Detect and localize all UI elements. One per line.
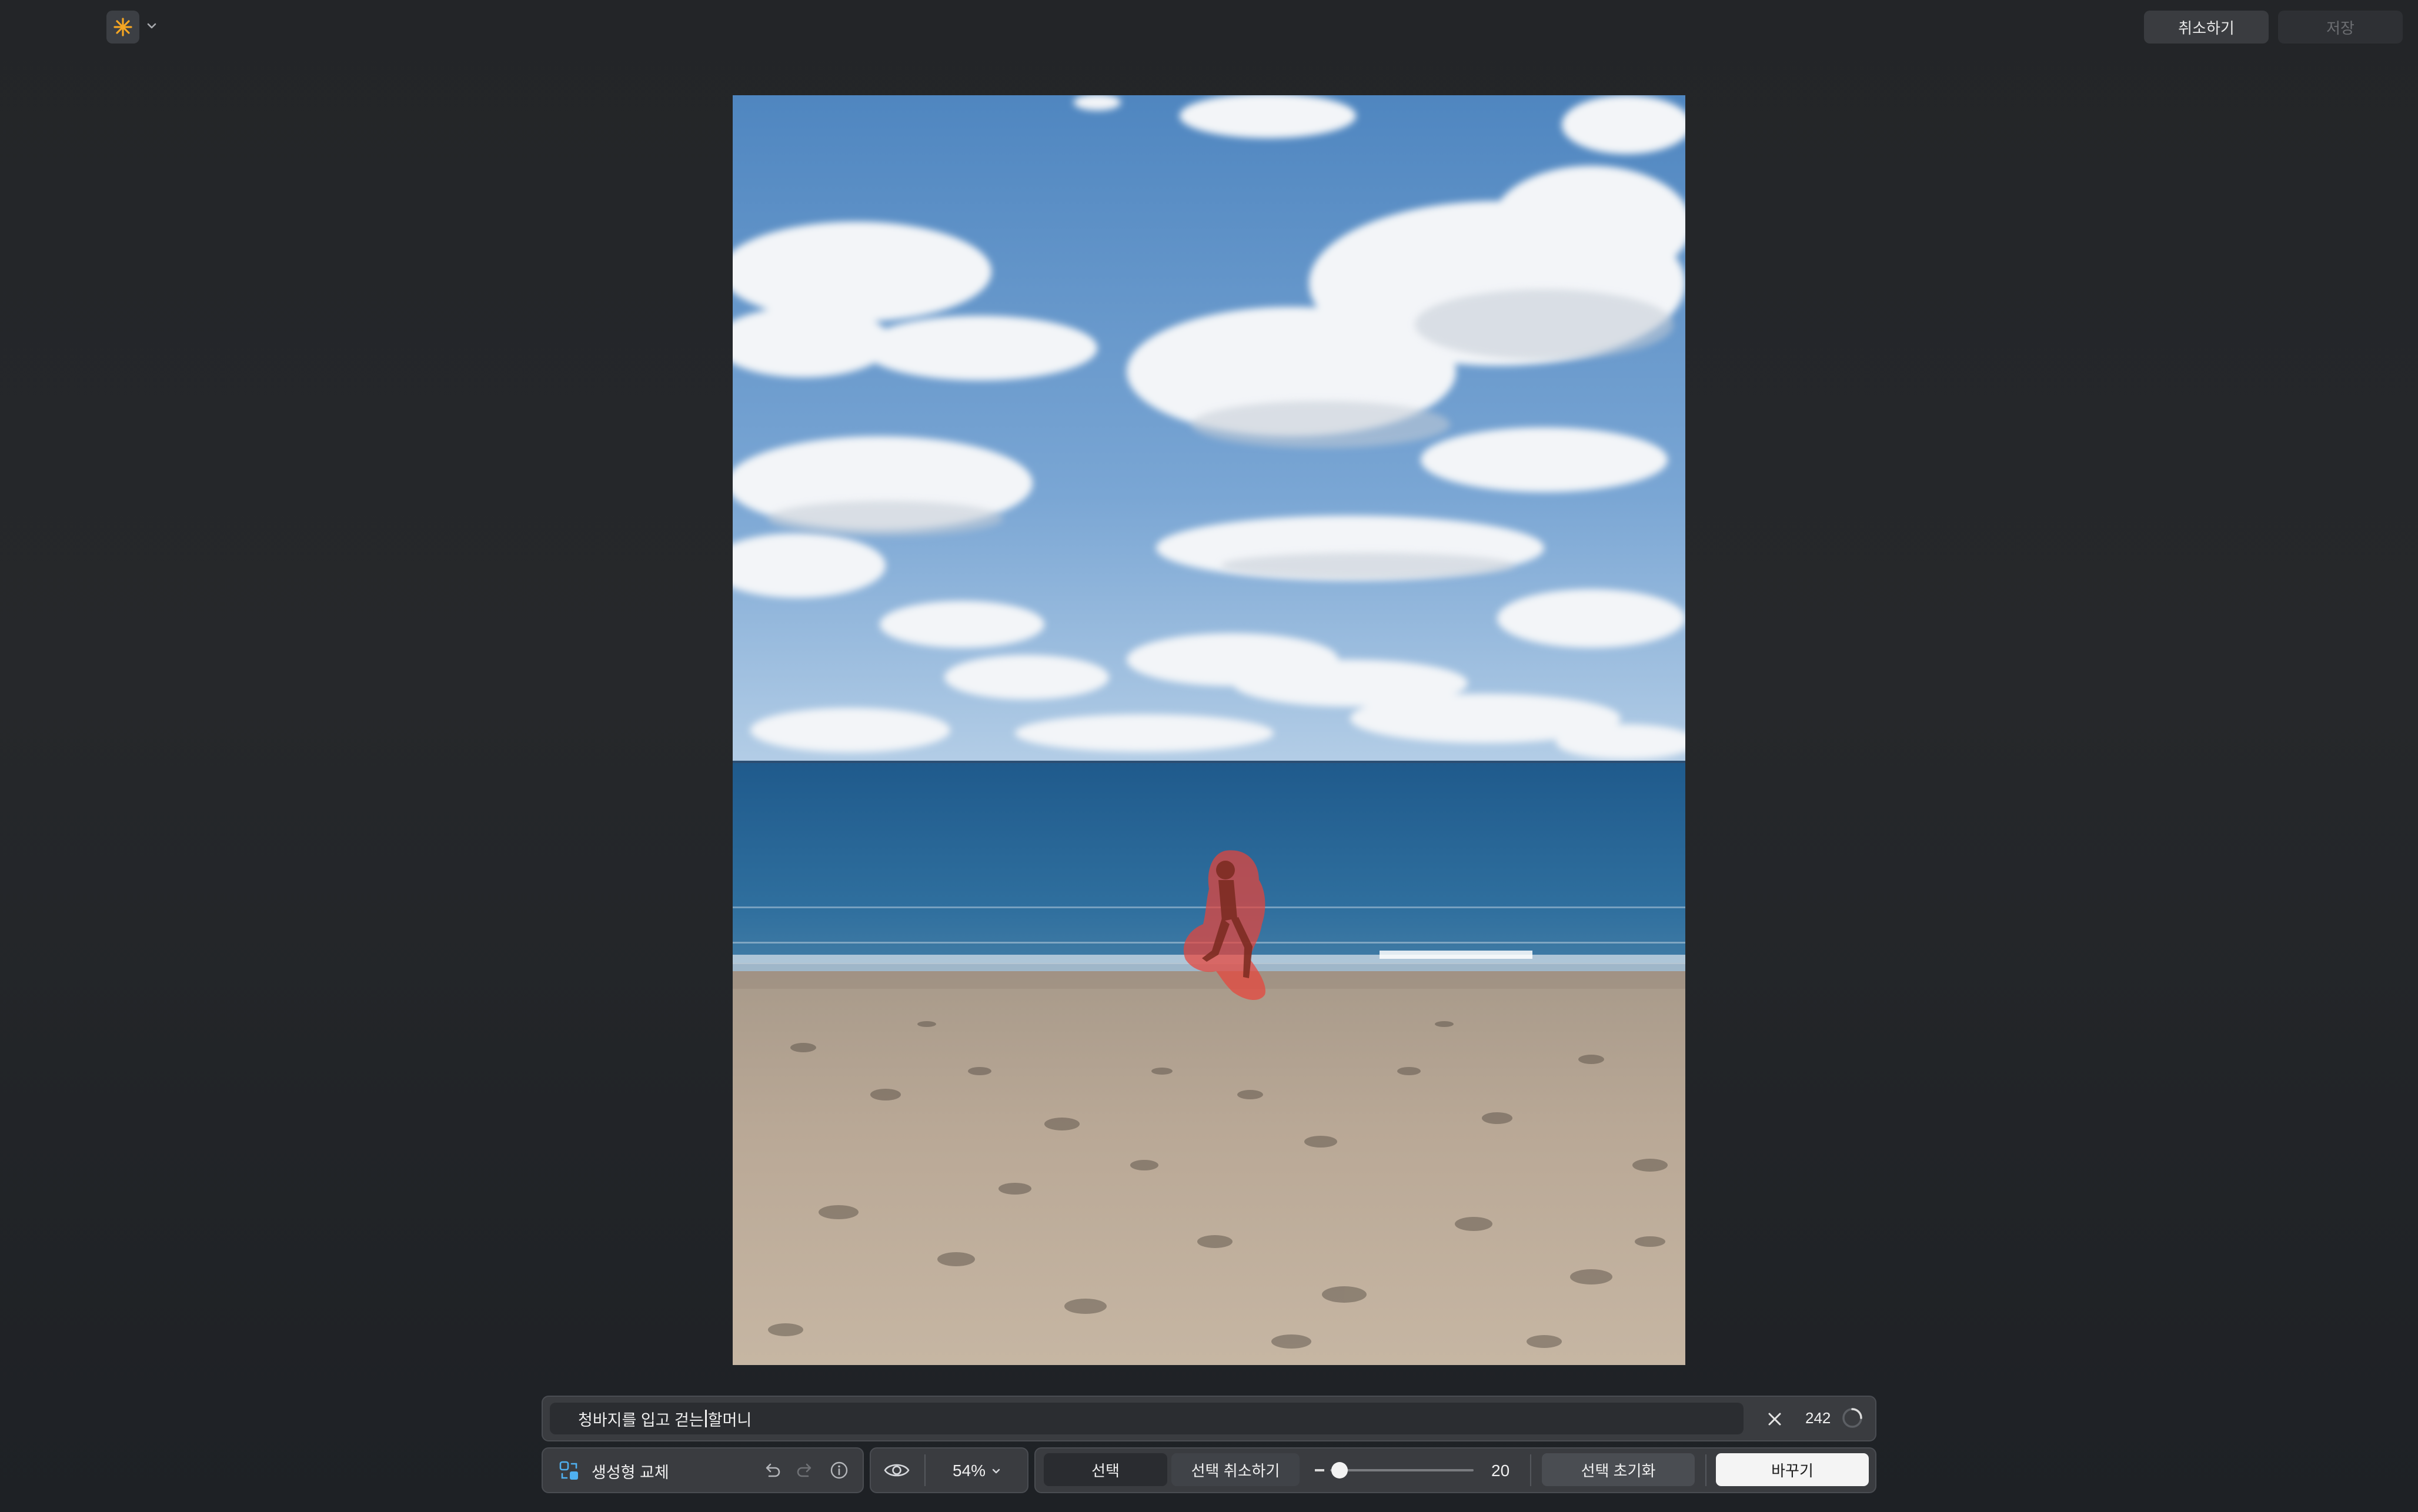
tool-label: 생성형 교체 — [592, 1463, 669, 1481]
zoom-level: 54% — [953, 1461, 986, 1480]
redo-icon[interactable] — [795, 1460, 815, 1480]
brush-size-value: 20 — [1491, 1461, 1510, 1480]
clear-icon[interactable] — [1764, 1409, 1785, 1430]
prompt-text-before-caret: 청바지를 입고 걷는 — [578, 1411, 704, 1429]
sparkle-icon — [113, 18, 132, 36]
zoom-dropdown[interactable]: 54% — [953, 1459, 1002, 1483]
prompt-text-after-caret: 할머니 — [707, 1411, 752, 1429]
replace-button[interactable]: 바꾸기 — [1716, 1453, 1869, 1486]
select-mode-button[interactable]: 선택 — [1044, 1453, 1167, 1486]
prompt-bar: 청바지를 입고 걷는 할머니 — [542, 1396, 1876, 1441]
brush-size-slider-handle[interactable] — [1331, 1462, 1348, 1478]
save-button[interactable]: 저장 — [2278, 11, 2403, 44]
beach-photo — [733, 95, 1685, 1365]
chevron-down-icon[interactable] — [143, 18, 160, 34]
brush-size-minus-icon — [1315, 1469, 1324, 1471]
deselect-mode-button[interactable]: 선택 취소하기 — [1171, 1453, 1300, 1486]
generative-replace-icon — [559, 1461, 578, 1480]
character-count: 242 — [1805, 1409, 1831, 1427]
text-caret — [704, 1410, 707, 1427]
cancel-button[interactable]: 취소하기 — [2144, 11, 2269, 44]
prompt-input[interactable]: 청바지를 입고 걷는 할머니 — [550, 1403, 1744, 1434]
tool-panel — [542, 1447, 864, 1493]
eye-icon[interactable] — [883, 1459, 910, 1482]
reset-selection-button[interactable]: 선택 초기화 — [1542, 1453, 1695, 1486]
info-icon[interactable] — [829, 1460, 849, 1480]
app-menu-button[interactable] — [106, 11, 139, 44]
loading-spinner-icon — [1842, 1408, 1862, 1428]
chevron-down-icon — [992, 1468, 1000, 1474]
brush-size-slider-track[interactable] — [1330, 1469, 1474, 1471]
undo-icon[interactable] — [762, 1460, 782, 1480]
photo-canvas[interactable] — [733, 95, 1685, 1365]
